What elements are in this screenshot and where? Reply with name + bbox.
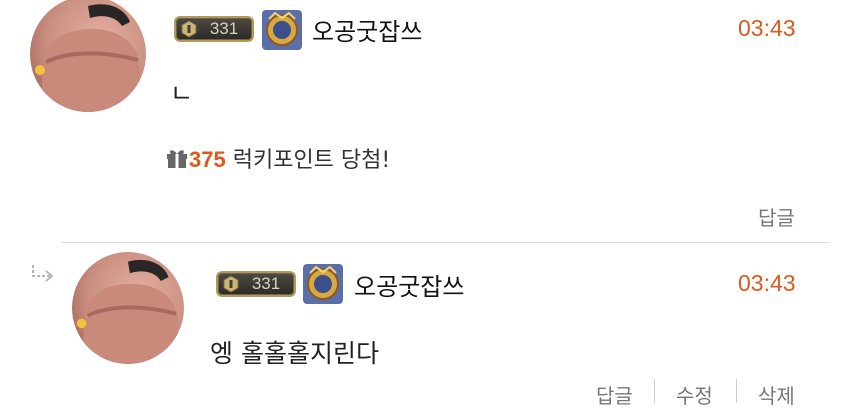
edit-button[interactable]: 수정 [676, 380, 713, 409]
level-badge: 331 [174, 16, 254, 42]
reply-button[interactable]: 답글 [596, 380, 633, 409]
gift-icon [167, 150, 187, 168]
comment-item: 331 오공굿잡쓰 03:43 ㄴ 375 럭키포인트 당첨! 답글 [0, 0, 850, 240]
comment-time: 03:43 [738, 15, 796, 41]
level-badge: 331 [216, 271, 296, 297]
reply-button[interactable]: 답글 [758, 202, 795, 231]
avatar[interactable] [30, 0, 146, 112]
comment-text: 엥 홀홀홀지린다 [210, 339, 379, 368]
reply-arrow-icon [32, 265, 54, 282]
rank-emblem-icon [303, 264, 343, 304]
author-nickname[interactable]: 오공굿잡쓰 [354, 267, 464, 302]
rank-emblem-icon [262, 10, 302, 50]
avatar[interactable] [72, 252, 184, 364]
level-hex-icon [223, 275, 239, 293]
lucky-points: 375 [189, 147, 226, 172]
action-separator [654, 379, 655, 403]
lucky-point-notice: 375 럭키포인트 당첨! [165, 142, 390, 174]
level-number: 331 [251, 274, 281, 293]
reply-comment-item: 331 오공굿잡쓰 03:43 엥 홀홀홀지린다 답글 수정 삭제 [0, 243, 850, 415]
delete-button[interactable]: 삭제 [758, 380, 795, 409]
level-hex-icon [181, 20, 197, 38]
comment-time: 03:43 [738, 270, 796, 296]
action-separator [736, 379, 737, 403]
comment-text: ㄴ [170, 79, 194, 108]
lucky-label: 럭키포인트 당첨! [232, 148, 391, 173]
author-nickname[interactable]: 오공굿잡쓰 [312, 12, 422, 47]
level-number: 331 [209, 19, 239, 38]
